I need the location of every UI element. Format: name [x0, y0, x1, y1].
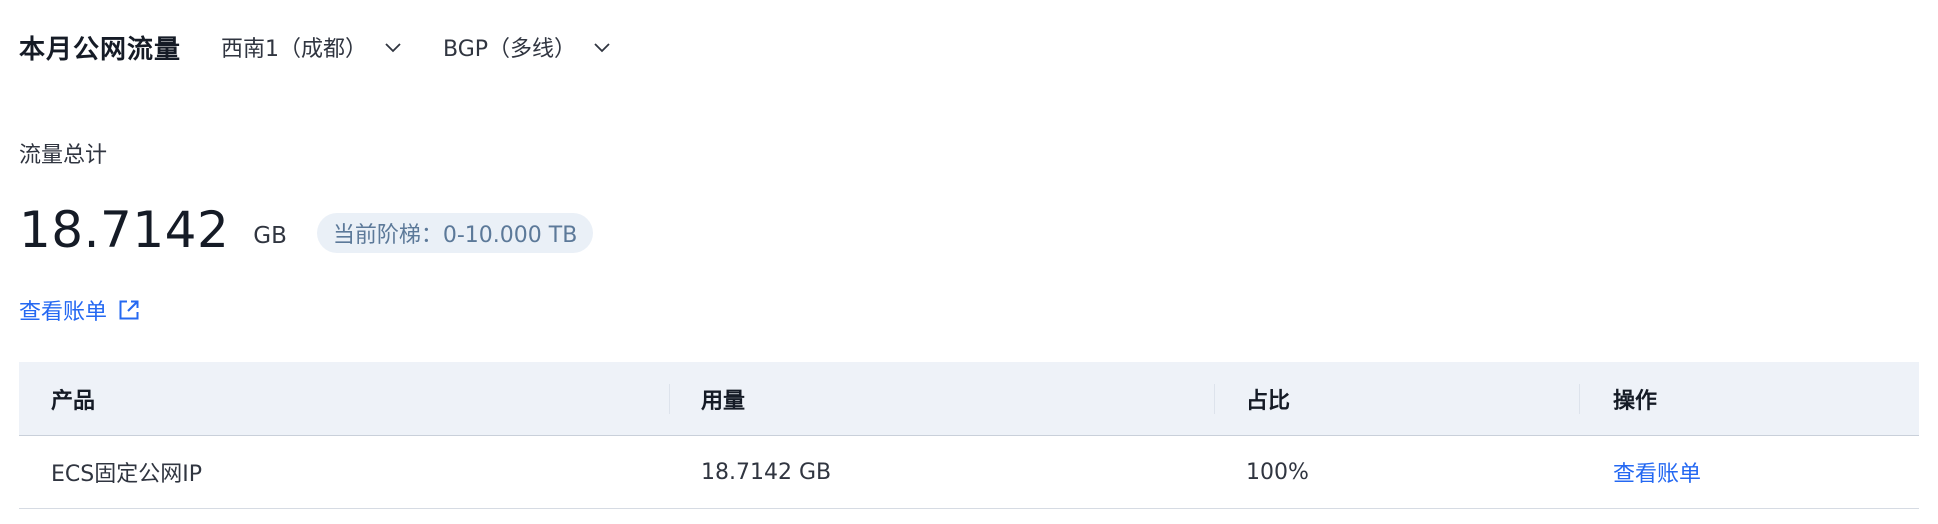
column-divider [669, 384, 670, 414]
view-bill-label: 查看账单 [19, 300, 108, 325]
table-header: 产品 用量 占比 操作 [19, 362, 1919, 436]
total-row: 18.7142 GB 当前阶梯：0-10.000 TB [19, 198, 594, 262]
cell-ratio: 100% [1246, 459, 1309, 485]
external-link-icon [117, 298, 141, 322]
column-header-usage: 用量 [701, 388, 746, 414]
column-divider [1579, 384, 1580, 414]
region-select-value: 西南1（成都） [221, 37, 368, 62]
page-header: 本月公网流量 西南1（成都） BGP（多线） [19, 26, 612, 68]
tier-badge: 当前阶梯：0-10.000 TB [316, 213, 594, 253]
column-header-ratio: 占比 [1246, 388, 1291, 414]
page-title: 本月公网流量 [19, 34, 182, 65]
table-row: ECS固定公网IP 18.7142 GB 100% 查看账单 [19, 436, 1919, 509]
region-select[interactable]: 西南1（成都） [221, 31, 403, 63]
row-view-bill-link[interactable]: 查看账单 [1613, 436, 1701, 508]
column-header-action: 操作 [1613, 388, 1658, 414]
traffic-page: 本月公网流量 西南1（成都） BGP（多线） 流量总计 18.7142 GB 当… [0, 0, 1938, 524]
chevron-down-icon [592, 37, 612, 57]
column-divider [1214, 384, 1215, 414]
column-header-product: 产品 [51, 388, 96, 414]
total-value: 18.7142 [19, 201, 230, 259]
view-bill-link[interactable]: 查看账单 [19, 294, 141, 326]
chevron-down-icon [383, 37, 403, 57]
line-select[interactable]: BGP（多线） [443, 31, 612, 63]
cell-product: ECS固定公网IP [51, 462, 202, 487]
traffic-table: 产品 用量 占比 操作 ECS固定公网IP 18.7142 GB 100% 查看… [19, 362, 1919, 509]
line-select-value: BGP（多线） [443, 37, 577, 62]
total-unit: GB [253, 223, 287, 249]
cell-usage: 18.7142 GB [701, 459, 832, 485]
total-label: 流量总计 [19, 143, 108, 168]
